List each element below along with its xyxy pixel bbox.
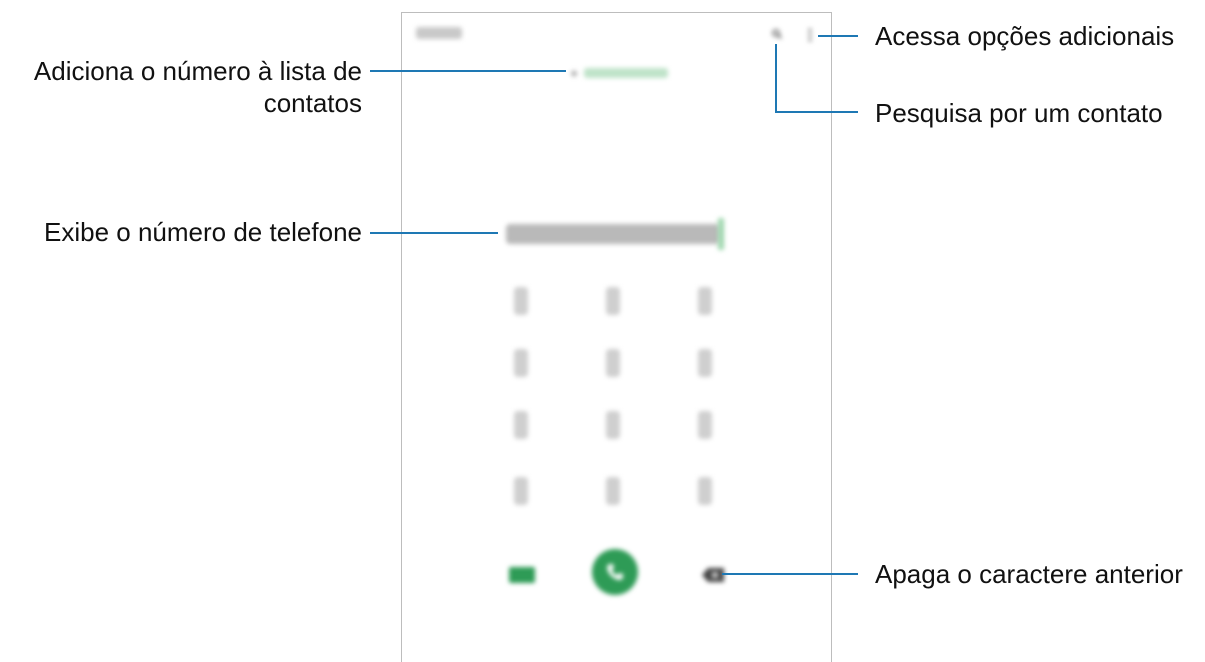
more-options-icon[interactable] <box>807 27 813 43</box>
keypad-key[interactable] <box>606 477 620 505</box>
keypad-key[interactable] <box>514 411 528 439</box>
keypad-key[interactable] <box>606 287 620 315</box>
call-button[interactable] <box>592 549 638 595</box>
callout-search: Pesquisa por um contato <box>875 98 1163 128</box>
callout-add-contact-line1: Adiciona o número à lista de <box>33 56 362 86</box>
plus-icon: + <box>570 65 579 81</box>
video-call-icon[interactable] <box>509 567 535 583</box>
callout-line-search-horizontal <box>775 111 858 113</box>
phone-number-display <box>506 224 720 244</box>
callout-backspace: Apaga o caractere anterior <box>875 559 1183 589</box>
callout-more-options: Acessa opções adicionais <box>875 21 1175 51</box>
search-icon[interactable] <box>772 29 782 39</box>
callout-phone-number: Exibe o número de telefone <box>44 217 362 247</box>
callout-line-more-options <box>818 35 858 37</box>
keypad-key[interactable] <box>514 349 528 377</box>
keypad-key[interactable] <box>606 349 620 377</box>
keypad-key[interactable] <box>698 477 712 505</box>
add-to-contacts-label <box>584 68 669 78</box>
keypad-key[interactable] <box>606 411 620 439</box>
callout-line-phone-number <box>370 232 498 234</box>
backspace-icon[interactable] <box>702 568 724 582</box>
callout-line-add-contact <box>370 70 566 72</box>
callout-line-search-vertical <box>775 44 777 113</box>
app-title <box>416 27 462 39</box>
keypad-key[interactable] <box>514 477 528 505</box>
add-to-contacts-button[interactable]: + <box>570 65 669 81</box>
callout-line-backspace <box>722 573 858 575</box>
text-cursor <box>718 218 724 250</box>
keypad-key[interactable] <box>698 349 712 377</box>
callout-add-contact-line2: contatos <box>263 88 362 118</box>
keypad-key[interactable] <box>514 287 528 315</box>
keypad-key[interactable] <box>698 287 712 315</box>
phone-call-icon <box>607 564 623 580</box>
phone-screen: + <box>401 12 832 662</box>
keypad-key[interactable] <box>698 411 712 439</box>
